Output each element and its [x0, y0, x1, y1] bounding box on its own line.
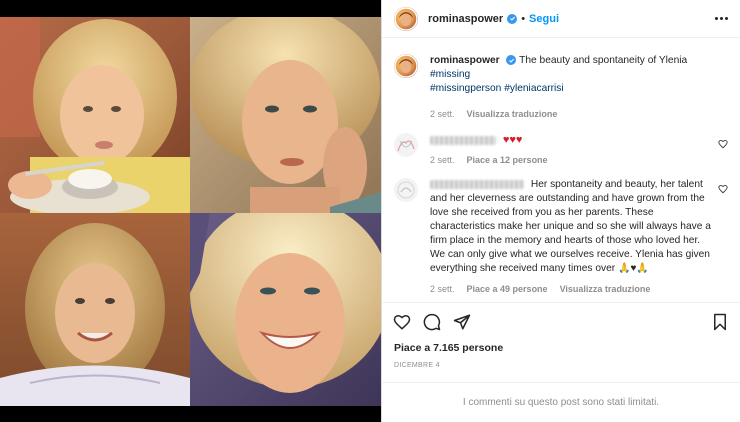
comment-time[interactable]: 2 sett. [430, 153, 455, 167]
comment-item: Her spontaneity and beauty, her talent a… [394, 178, 728, 296]
follow-button[interactable]: Segui [529, 13, 559, 25]
comment-likes[interactable]: Piace a 12 persone [467, 153, 548, 167]
post-likes-count[interactable]: Piace a 7.165 persone [382, 340, 740, 354]
photo-woman-laughing [190, 213, 381, 406]
author-avatar[interactable] [394, 6, 418, 31]
post-date[interactable]: DICEMBRE 4 [382, 354, 740, 369]
post-details-panel: rominaspower • Segui rominaspower The be… [381, 0, 740, 422]
hashtag-missing[interactable]: #missing [430, 69, 470, 80]
commenter-avatar[interactable] [394, 133, 418, 157]
caption-meta: 2 sett. Visualizza traduzione [430, 107, 712, 121]
comment-hearts: ♥♥♥ [502, 134, 523, 146]
comment-item: ♥♥♥ 2 sett. Piace a 12 persone [394, 133, 728, 167]
photo-young-woman [190, 17, 381, 213]
hashtag-yleniacarrisi[interactable]: #yleniacarrisi [504, 83, 563, 94]
comment-like-heart-icon[interactable] [718, 139, 728, 149]
comment-likes[interactable]: Piace a 49 persone [467, 282, 548, 296]
comment-text: Her spontaneity and beauty, her talent a… [430, 179, 711, 274]
comment-body: ♥♥♥ 2 sett. Piace a 12 persone [430, 133, 712, 167]
comments-list[interactable]: rominaspower The beauty and spontaneity … [382, 38, 740, 302]
comment-emoji: 🙏♥🙏 [618, 263, 649, 274]
photo-girl-smiling [0, 213, 190, 406]
comment-body: Her spontaneity and beauty, her talent a… [430, 178, 712, 296]
comment-meta: 2 sett. Piace a 12 persone [430, 153, 712, 167]
post-header: rominaspower • Segui [382, 0, 740, 38]
commenter-username-blurred[interactable] [430, 135, 496, 145]
comment-translate-link[interactable]: Visualizza traduzione [560, 282, 651, 296]
commenter-username-blurred[interactable] [430, 179, 524, 189]
caption-avatar[interactable] [394, 54, 418, 78]
caption-time[interactable]: 2 sett. [430, 107, 455, 121]
instagram-post: rominaspower • Segui rominaspower The be… [0, 0, 740, 422]
verified-badge-icon [506, 55, 517, 66]
photo-child-eating [0, 17, 190, 213]
hashtag-missingperson[interactable]: #missingperson [430, 83, 501, 94]
author-username[interactable]: rominaspower [428, 13, 503, 25]
verified-badge-icon [507, 13, 518, 24]
commenter-avatar[interactable] [394, 178, 418, 202]
comments-limited-notice: I commenti su questo post sono stati lim… [382, 382, 740, 422]
caption-body: rominaspower The beauty and spontaneity … [430, 54, 712, 121]
photo-collage [0, 17, 381, 406]
comment-meta: 2 sett. Piace a 49 persone Visualizza tr… [430, 282, 712, 296]
share-icon[interactable] [453, 313, 471, 331]
caption-text: The beauty and spontaneity of Ylenia [519, 55, 688, 66]
caption-translate-link[interactable]: Visualizza traduzione [467, 107, 558, 121]
bookmark-icon[interactable] [711, 313, 729, 331]
heart-icon[interactable] [393, 313, 411, 331]
comment-time[interactable]: 2 sett. [430, 282, 455, 296]
caption: rominaspower The beauty and spontaneity … [394, 54, 728, 121]
comment-icon[interactable] [423, 313, 441, 331]
post-media[interactable] [0, 0, 381, 422]
post-actions-bar [382, 302, 740, 340]
comment-like-heart-icon[interactable] [718, 184, 728, 194]
caption-username[interactable]: rominaspower [430, 55, 500, 66]
more-icon[interactable] [715, 17, 728, 20]
header-separator: • [521, 12, 526, 25]
